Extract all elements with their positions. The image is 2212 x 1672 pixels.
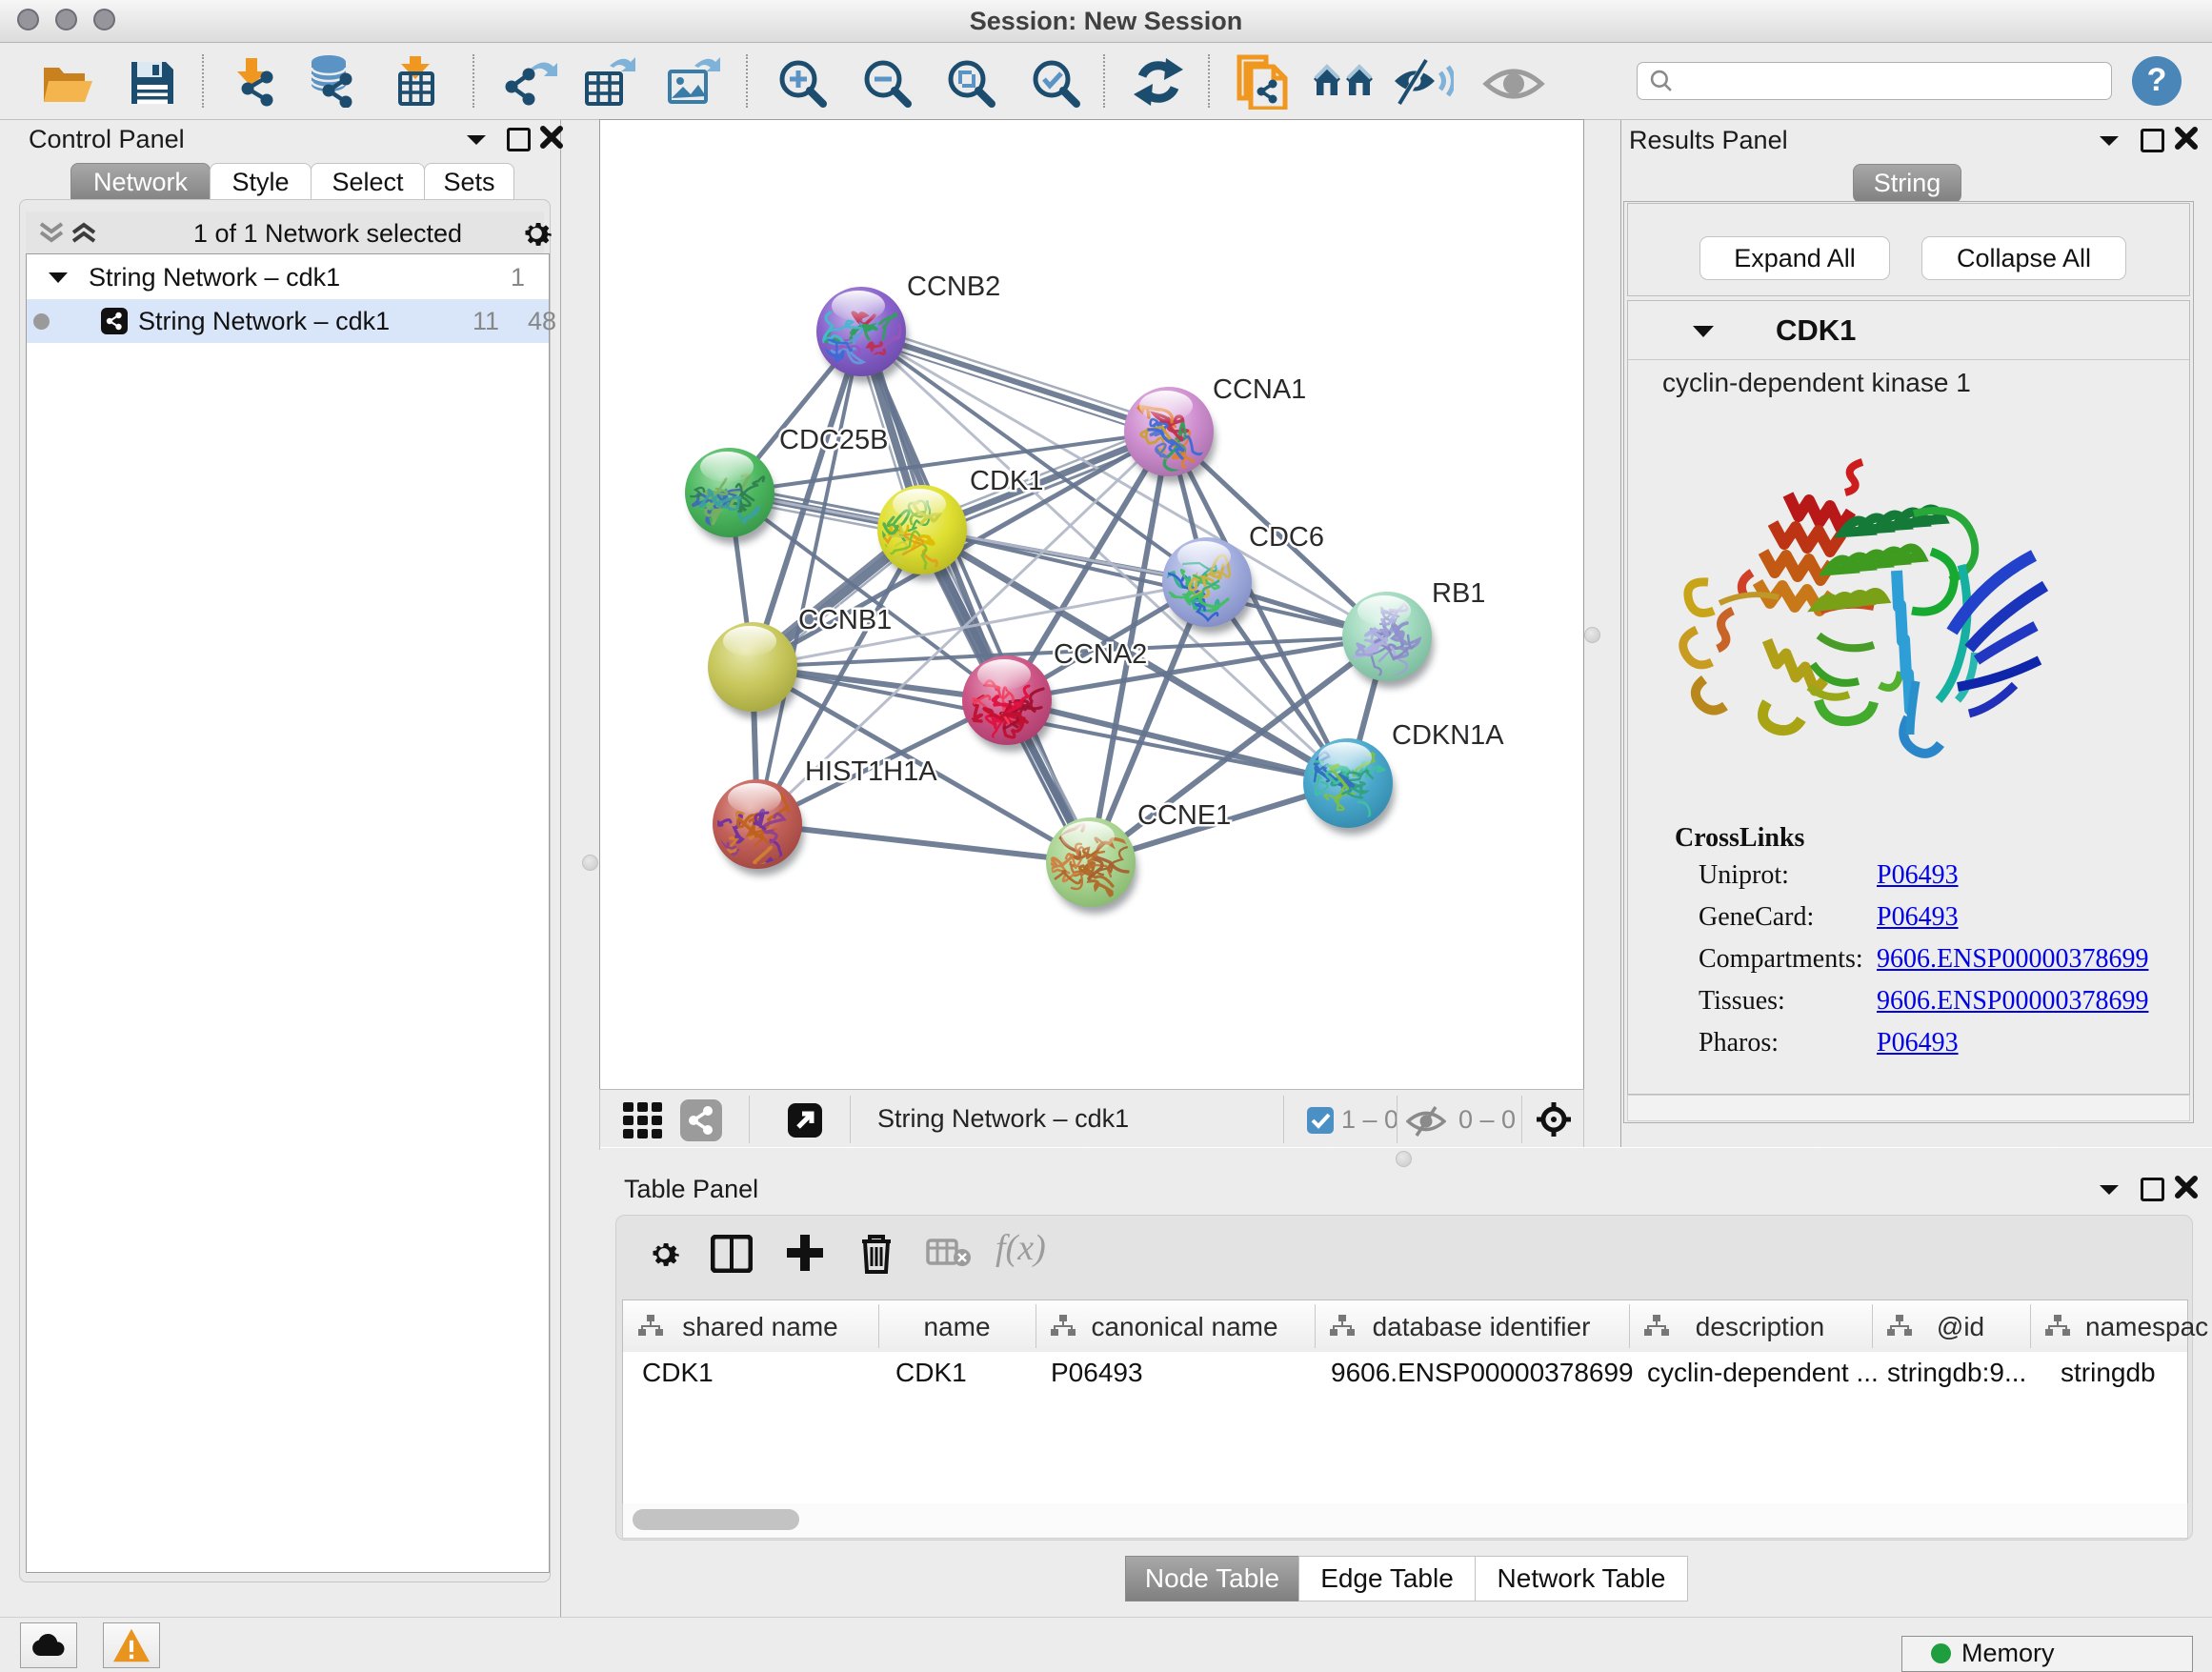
svg-text:CCNE1: CCNE1 xyxy=(1137,800,1231,831)
svg-text:CDKN1A: CDKN1A xyxy=(1392,720,1504,751)
svg-text:CCNB2: CCNB2 xyxy=(907,272,1000,302)
svg-text:CCNA2: CCNA2 xyxy=(1054,639,1147,670)
svg-text:HIST1H1A: HIST1H1A xyxy=(805,756,937,787)
svg-text:CDC6: CDC6 xyxy=(1249,522,1324,553)
svg-text:RB1: RB1 xyxy=(1432,578,1485,609)
svg-text:CDK1: CDK1 xyxy=(970,466,1043,496)
svg-text:CDC25B: CDC25B xyxy=(779,425,888,455)
svg-text:CCNB1: CCNB1 xyxy=(798,605,892,635)
svg-text:CCNA1: CCNA1 xyxy=(1213,374,1306,405)
